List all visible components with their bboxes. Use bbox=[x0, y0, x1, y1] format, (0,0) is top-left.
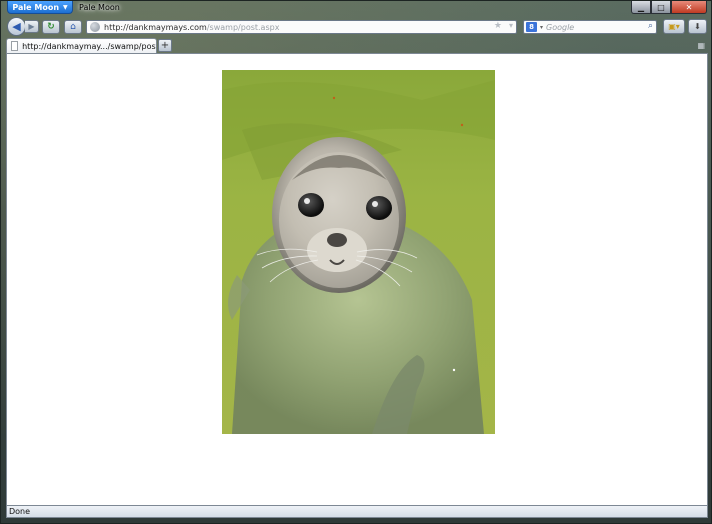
downloads-button[interactable]: ⬇ bbox=[688, 19, 707, 34]
download-icon: ⬇ bbox=[694, 22, 701, 31]
search-placeholder: Google bbox=[546, 22, 575, 32]
search-engine-icon[interactable]: 8 bbox=[526, 22, 537, 32]
url-bar[interactable]: http://dankmaymays.com /swamp/post.aspx … bbox=[86, 20, 517, 34]
url-path: /swamp/post.aspx bbox=[206, 22, 280, 32]
maximize-button[interactable]: □ bbox=[651, 1, 671, 14]
reload-icon: ↻ bbox=[47, 22, 55, 32]
window-controls: ▁ □ ✕ bbox=[631, 1, 707, 14]
forward-button[interactable]: ▶ bbox=[25, 20, 39, 33]
window-title: Pale Moon bbox=[79, 3, 120, 12]
tab-label: http://dankmaymay.../swamp/post.aspx bbox=[22, 41, 156, 51]
reload-button[interactable]: ↻ bbox=[42, 20, 60, 34]
url-dropdown-icon[interactable]: ▾ bbox=[509, 21, 513, 30]
app-menu-button[interactable]: Pale Moon ▼ bbox=[7, 1, 73, 14]
title-bar: Pale Moon ▼ Pale Moon ▁ □ ✕ bbox=[1, 1, 711, 16]
page-icon bbox=[11, 41, 19, 51]
close-button[interactable]: ✕ bbox=[671, 1, 707, 14]
seal-illustration bbox=[222, 80, 495, 434]
bookmarks-menu-button[interactable]: ▣▾ bbox=[663, 19, 685, 34]
seal-photo bbox=[222, 70, 495, 434]
tab-active[interactable]: http://dankmaymay.../swamp/post.aspx bbox=[6, 38, 157, 53]
search-bar[interactable]: 8 ▾ Google ⌕ bbox=[523, 20, 657, 34]
minimize-button[interactable]: ▁ bbox=[631, 1, 651, 14]
navigation-toolbar: ◀ ▶ ↻ ⌂ http://dankmaymays.com /swamp/po… bbox=[1, 16, 711, 38]
chevron-down-icon: ▼ bbox=[63, 3, 68, 11]
browser-window: Pale Moon ▼ Pale Moon ▁ □ ✕ ◀ ▶ ↻ ⌂ http… bbox=[0, 0, 712, 524]
back-button[interactable]: ◀ bbox=[7, 17, 26, 36]
app-menu-label: Pale Moon bbox=[12, 2, 60, 12]
tab-strip: http://dankmaymay.../swamp/post.aspx + ▦ bbox=[1, 38, 711, 53]
arrow-left-icon: ◀ bbox=[12, 20, 21, 33]
page-content bbox=[6, 53, 708, 506]
globe-icon bbox=[90, 22, 100, 32]
url-domain: http://dankmaymays.com bbox=[104, 22, 207, 32]
chevron-down-icon: ▾ bbox=[540, 23, 544, 31]
home-icon: ⌂ bbox=[70, 22, 76, 32]
home-button[interactable]: ⌂ bbox=[64, 20, 82, 34]
search-icon[interactable]: ⌕ bbox=[648, 21, 653, 31]
status-bar: Done bbox=[6, 506, 708, 518]
arrow-right-icon: ▶ bbox=[28, 22, 35, 31]
bookmark-star-icon[interactable]: ★ bbox=[494, 21, 502, 31]
new-tab-button[interactable]: + bbox=[158, 39, 172, 52]
status-text: Done bbox=[9, 507, 31, 516]
tab-groups-icon[interactable]: ▦ bbox=[697, 41, 705, 50]
bookmarks-icon: ▣▾ bbox=[668, 22, 680, 31]
